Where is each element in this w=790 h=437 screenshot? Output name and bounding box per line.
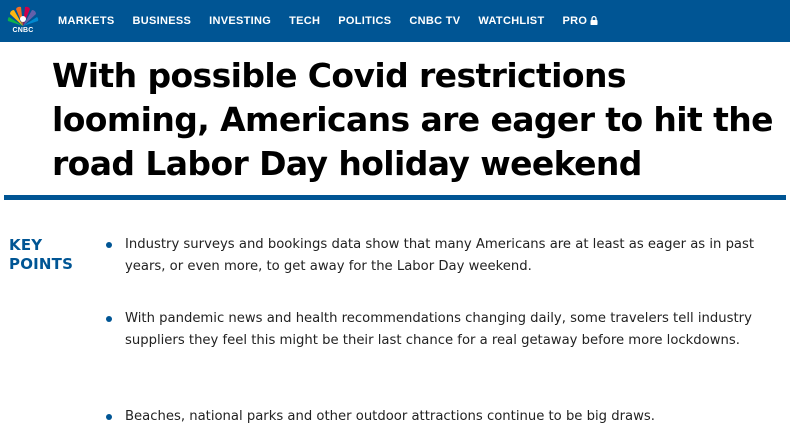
nav-watchlist[interactable]: WATCHLIST xyxy=(478,15,544,27)
peacock-icon xyxy=(7,6,39,26)
nav-tech[interactable]: TECH xyxy=(289,15,320,27)
nav-investing[interactable]: INVESTING xyxy=(209,15,271,27)
key-point-text: Industry surveys and bookings data show … xyxy=(125,237,755,274)
logo-wordmark: CNBC xyxy=(12,27,34,34)
article-headline: With possible Covid restrictions looming… xyxy=(52,56,774,183)
bullet-icon xyxy=(106,414,112,420)
bullet-icon xyxy=(106,242,112,248)
key-point-item: With pandemic news and health recommenda… xyxy=(106,308,766,352)
headline-divider xyxy=(4,195,786,200)
nav-pro-label: PRO xyxy=(562,15,588,27)
key-point-text: With pandemic news and health recommenda… xyxy=(125,311,752,348)
lock-icon xyxy=(590,16,598,25)
bullet-icon xyxy=(106,316,112,322)
nav-pro[interactable]: PRO xyxy=(562,15,598,27)
key-points-label: KEY POINTS xyxy=(9,236,74,273)
nav-business[interactable]: BUSINESS xyxy=(133,15,192,27)
cnbc-logo[interactable]: CNBC xyxy=(5,5,41,37)
key-point-item: Industry surveys and bookings data show … xyxy=(106,234,766,278)
top-navigation-bar: CNBC MARKETS BUSINESS INVESTING TECH POL… xyxy=(0,0,790,42)
key-point-text: Beaches, national parks and other outdoo… xyxy=(125,409,655,424)
nav-markets[interactable]: MARKETS xyxy=(58,15,115,27)
main-nav: MARKETS BUSINESS INVESTING TECH POLITICS… xyxy=(58,0,616,42)
key-point-item: Beaches, national parks and other outdoo… xyxy=(106,406,766,428)
nav-politics[interactable]: POLITICS xyxy=(338,15,391,27)
nav-cnbc-tv[interactable]: CNBC TV xyxy=(409,15,460,27)
